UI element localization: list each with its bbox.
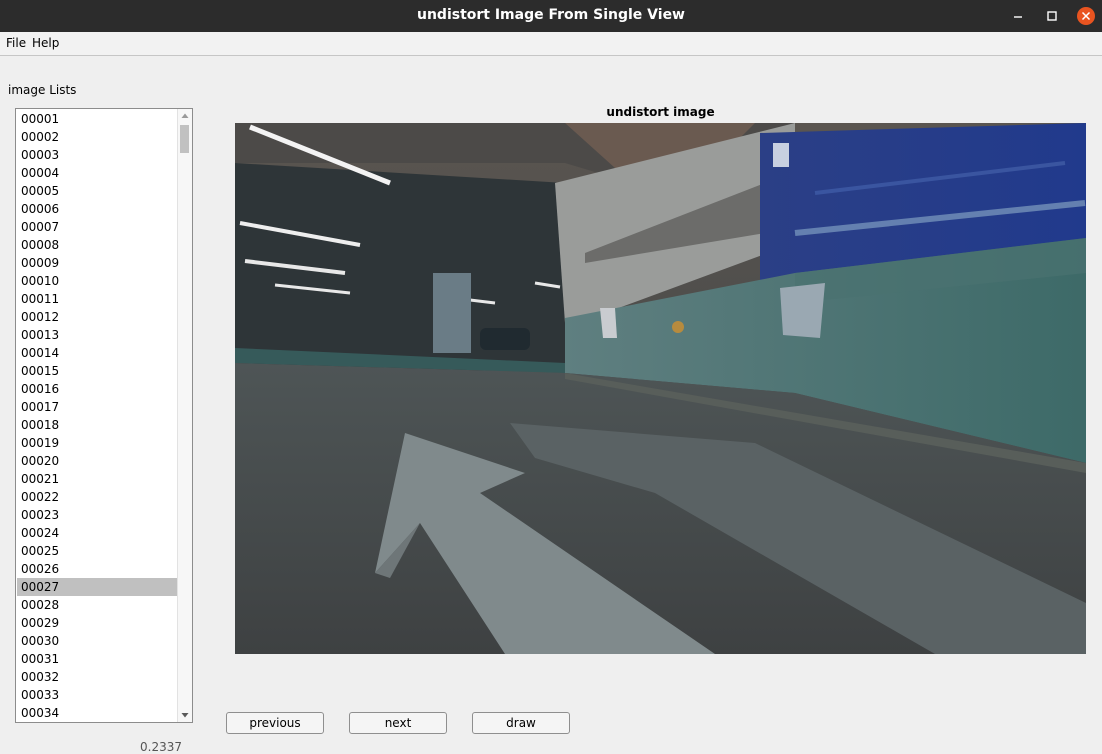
menu-help[interactable]: Help: [32, 36, 59, 50]
image-list-item[interactable]: 00029: [17, 614, 177, 632]
image-list-item[interactable]: 00033: [17, 686, 177, 704]
image-list-item[interactable]: 00021: [17, 470, 177, 488]
image-list-item[interactable]: 00002: [17, 128, 177, 146]
undistorted-image: [235, 123, 1086, 654]
image-list-item[interactable]: 00009: [17, 254, 177, 272]
maximize-icon[interactable]: [1042, 6, 1062, 26]
image-list-item[interactable]: 00020: [17, 452, 177, 470]
image-list-items: 00001 00002 00003 00004 00005 00006 00007 00008…: [17, 110, 177, 722]
triangle-down-icon[interactable]: [178, 708, 192, 722]
image-list-item[interactable]: 00010: [17, 272, 177, 290]
image-list-item[interactable]: 00008: [17, 236, 177, 254]
image-list-item[interactable]: 00028: [17, 596, 177, 614]
image-list-item[interactable]: 00011: [17, 290, 177, 308]
menu-bar: File Help: [0, 32, 1102, 56]
previous-button[interactable]: previous: [226, 712, 324, 734]
image-list-item[interactable]: 00001: [17, 110, 177, 128]
image-list-label: image Lists: [8, 83, 77, 97]
image-list-item[interactable]: 00016: [17, 380, 177, 398]
image-list-item[interactable]: 00019: [17, 434, 177, 452]
image-list-item[interactable]: 00004: [17, 164, 177, 182]
image-list-item[interactable]: 00018: [17, 416, 177, 434]
next-button[interactable]: next: [349, 712, 447, 734]
image-list-item[interactable]: 00012: [17, 308, 177, 326]
draw-button[interactable]: draw: [472, 712, 570, 734]
triangle-up-icon[interactable]: [178, 109, 192, 123]
clipped-value-text: 0.2337: [140, 740, 182, 754]
menu-file[interactable]: File: [6, 36, 26, 50]
image-list-item[interactable]: 00013: [17, 326, 177, 344]
image-list-item[interactable]: 00034: [17, 704, 177, 722]
image-list-item[interactable]: 00026: [17, 560, 177, 578]
image-list-item[interactable]: 00024: [17, 524, 177, 542]
image-list-item[interactable]: 00030: [17, 632, 177, 650]
image-list-item[interactable]: 00031: [17, 650, 177, 668]
image-list-item[interactable]: 00027: [17, 578, 177, 596]
image-list-item[interactable]: 00022: [17, 488, 177, 506]
image-list-item[interactable]: 00015: [17, 362, 177, 380]
image-list-item[interactable]: 00025: [17, 542, 177, 560]
window-title: undistort Image From Single View: [416, 7, 685, 23]
image-list-item[interactable]: 00014: [17, 344, 177, 362]
image-list-item[interactable]: 00017: [17, 398, 177, 416]
list-scrollbar[interactable]: [177, 109, 192, 722]
image-list-item[interactable]: 00032: [17, 668, 177, 686]
panel-title: undistort image: [606, 105, 715, 119]
scroll-thumb[interactable]: [180, 125, 189, 153]
image-list-item[interactable]: 00023: [17, 506, 177, 524]
image-list-item[interactable]: 00003: [17, 146, 177, 164]
title-bar: undistort Image From Single View: [0, 0, 1102, 32]
minimize-icon[interactable]: [1008, 6, 1028, 26]
image-list-item[interactable]: 00006: [17, 200, 177, 218]
image-list-item[interactable]: 00005: [17, 182, 177, 200]
image-listbox[interactable]: 00001 00002 00003 00004 00005 00006 00007 00008…: [15, 108, 193, 723]
image-list-item[interactable]: 00007: [17, 218, 177, 236]
close-icon[interactable]: [1076, 6, 1096, 26]
